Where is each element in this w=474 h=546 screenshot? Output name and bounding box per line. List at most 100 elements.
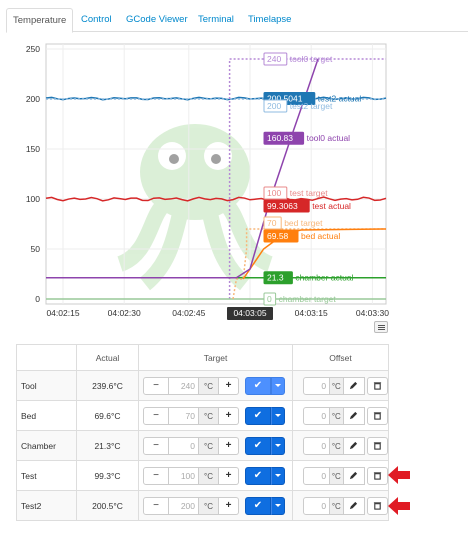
- table-row: Bed 69.6°C −70 °C + ✔ 0 °C: [16, 400, 389, 431]
- series-name: test2 target: [290, 101, 333, 111]
- edit-offset-button[interactable]: [343, 466, 365, 485]
- increase-target-button[interactable]: +: [219, 436, 239, 455]
- delete-offset-button[interactable]: [366, 376, 389, 395]
- unit-label: °C: [199, 496, 219, 515]
- set-target-button[interactable]: ✔: [245, 466, 271, 485]
- unit-label: °C: [199, 376, 219, 395]
- unit-label: °C: [199, 436, 219, 455]
- pencil-icon: [350, 501, 358, 510]
- offset-input[interactable]: 0: [303, 436, 331, 455]
- check-icon: ✔: [253, 500, 263, 511]
- y-tick-label: 100: [26, 194, 40, 204]
- target-dropdown-button[interactable]: [271, 496, 285, 515]
- set-target-button[interactable]: ✔: [245, 496, 271, 515]
- series-value: 99.3063: [267, 201, 298, 211]
- tab-timelapse[interactable]: Timelapse: [248, 8, 291, 32]
- temperature-table: Actual Target Offset Tool 239.6°C −240 °C + ✔…: [16, 344, 389, 521]
- heater-name: Test2: [16, 490, 77, 521]
- trash-icon: [373, 502, 382, 510]
- series-value: 69.58: [267, 231, 289, 241]
- check-icon: ✔: [253, 440, 263, 451]
- increase-target-button[interactable]: +: [219, 466, 239, 485]
- heater-name: Tool: [16, 370, 77, 401]
- watermark-shape: [169, 154, 179, 164]
- actual-temp: 239.6°C: [76, 370, 139, 401]
- target-input[interactable]: 70: [169, 406, 199, 425]
- increase-target-button[interactable]: +: [219, 496, 239, 515]
- unit-label: °C: [330, 406, 344, 425]
- trash-icon: [373, 412, 382, 420]
- edit-offset-button[interactable]: [343, 436, 365, 455]
- decrease-target-button[interactable]: −: [143, 466, 169, 485]
- series-value: 200: [267, 101, 281, 111]
- y-tick-label: 0: [35, 294, 40, 304]
- x-tick-label: 04:03:15: [295, 308, 328, 318]
- temperature-graph: 250 200 150 100 50 0 04:02:15 04:02:30 04:02:45 0…: [26, 43, 389, 320]
- series-name: test target: [290, 188, 328, 198]
- increase-target-button[interactable]: +: [219, 406, 239, 425]
- delete-offset-button[interactable]: [366, 406, 389, 425]
- unit-label: °C: [330, 496, 344, 515]
- set-target-button[interactable]: ✔: [245, 376, 271, 395]
- header-offset: Offset: [292, 344, 389, 371]
- offset-input[interactable]: 0: [303, 406, 331, 425]
- heater-name: Chamber: [16, 430, 77, 461]
- tab-control[interactable]: Control: [81, 8, 112, 32]
- series-name: chamber actual: [295, 273, 353, 283]
- actual-temp: 99.3°C: [76, 460, 139, 491]
- decrease-target-button[interactable]: −: [143, 376, 169, 395]
- trash-icon: [373, 472, 382, 480]
- table-row: Test2 200.5°C −200 °C + ✔ 0 °C: [16, 490, 389, 521]
- table-row: Test 99.3°C −100 °C + ✔ 0 °C: [16, 460, 389, 491]
- increase-target-button[interactable]: +: [219, 376, 239, 395]
- offset-input[interactable]: 0: [303, 496, 331, 515]
- trash-icon: [373, 442, 382, 450]
- series-value: 21.3: [267, 273, 284, 283]
- offset-input[interactable]: 0: [303, 376, 331, 395]
- target-dropdown-button[interactable]: [271, 406, 285, 425]
- edit-offset-button[interactable]: [343, 406, 365, 425]
- header-actual: Actual: [76, 344, 139, 371]
- decrease-target-button[interactable]: −: [143, 436, 169, 455]
- target-dropdown-button[interactable]: [271, 376, 285, 395]
- target-input[interactable]: 100: [169, 466, 199, 485]
- x-tick-label: 04:03:30: [356, 308, 389, 318]
- decrease-target-button[interactable]: −: [143, 496, 169, 515]
- edit-offset-button[interactable]: [343, 376, 365, 395]
- y-tick-label: 250: [26, 44, 40, 54]
- heater-name: Test: [16, 460, 77, 491]
- set-target-button[interactable]: ✔: [245, 406, 271, 425]
- caret-down-icon: [275, 414, 281, 417]
- target-input[interactable]: 0: [169, 436, 199, 455]
- offset-input[interactable]: 0: [303, 466, 331, 485]
- x-tick-label: 04:02:15: [46, 308, 79, 318]
- y-tick-label: 200: [26, 94, 40, 104]
- tab-temperature[interactable]: Temperature: [6, 8, 74, 33]
- decrease-target-button[interactable]: −: [143, 406, 169, 425]
- tab-gcode-viewer[interactable]: GCode Viewer: [126, 8, 188, 32]
- caret-down-icon: [275, 444, 281, 447]
- delete-offset-button[interactable]: [366, 436, 389, 455]
- set-target-button[interactable]: ✔: [245, 436, 271, 455]
- delete-offset-button[interactable]: [366, 496, 389, 515]
- series-value: 70: [267, 218, 277, 228]
- heater-name: Bed: [16, 400, 77, 431]
- legend-toggle-button[interactable]: [374, 321, 388, 333]
- unit-label: °C: [199, 406, 219, 425]
- edit-offset-button[interactable]: [343, 496, 365, 515]
- pencil-icon: [350, 381, 358, 390]
- table-row: Tool 239.6°C −240 °C + ✔ 0 °C: [16, 370, 389, 401]
- target-dropdown-button[interactable]: [271, 466, 285, 485]
- red-arrow-annotation: [388, 466, 410, 484]
- current-time-label: 04:03:05: [233, 308, 266, 318]
- series-value: 240: [267, 54, 281, 64]
- tab-terminal[interactable]: Terminal: [198, 8, 234, 32]
- series-name: tool0 target: [290, 54, 333, 64]
- delete-offset-button[interactable]: [366, 466, 389, 485]
- target-dropdown-button[interactable]: [271, 436, 285, 455]
- target-input[interactable]: 200: [169, 496, 199, 515]
- x-tick-label: 04:02:30: [108, 308, 141, 318]
- target-input[interactable]: 240: [169, 376, 199, 395]
- red-arrow-annotation: [388, 497, 410, 515]
- x-tick-label: 04:02:45: [172, 308, 205, 318]
